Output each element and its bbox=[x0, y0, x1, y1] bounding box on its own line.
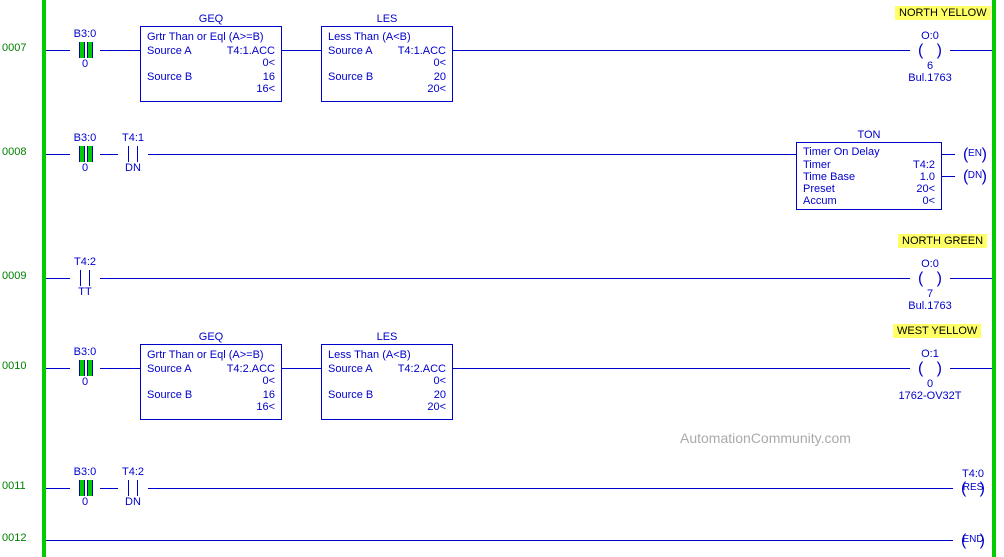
rung-number: 0011 bbox=[2, 480, 26, 492]
xic-t4-2-tt[interactable]: T4:2 TT bbox=[70, 260, 100, 300]
ton-en-pin: (EN) bbox=[955, 146, 995, 166]
les-block[interactable]: LES Less Than (A<B) Source AT4:2.ACC 0< … bbox=[321, 344, 453, 420]
output-label-north-yellow: NORTH YELLOW bbox=[895, 6, 991, 20]
ton-dn-pin: (DN) bbox=[955, 168, 995, 188]
xic-b3-0[interactable]: B3:0 0 bbox=[70, 470, 100, 510]
xic-b3-0[interactable]: B3:0 0 bbox=[70, 350, 100, 390]
rung-number: 0009 bbox=[2, 270, 26, 282]
output-coil-west-yellow[interactable]: O:1 () 0 1762-OV32T bbox=[910, 360, 950, 380]
les-block[interactable]: LES Less Than (A<B) Source AT4:1.ACC 0< … bbox=[321, 26, 453, 102]
watermark: AutomationCommunity.com bbox=[680, 430, 851, 446]
end-instruction: (END) bbox=[953, 532, 993, 552]
ton-block[interactable]: TON Timer On Delay TimerT4:2 Time Base1.… bbox=[796, 142, 942, 210]
output-coil-north-green[interactable]: O:0 () 7 Bul.1763 bbox=[910, 270, 950, 290]
xic-b3-0[interactable]: B3:0 0 bbox=[70, 32, 100, 72]
geq-block[interactable]: GEQ Grtr Than or Eql (A>=B) Source AT4:2… bbox=[140, 344, 282, 420]
xic-t4-1-dn[interactable]: T4:1 DN bbox=[118, 136, 148, 176]
output-label-north-green: NORTH GREEN bbox=[898, 234, 987, 248]
rung-number: 0012 bbox=[2, 532, 26, 544]
output-coil-north-yellow[interactable]: O:0 () 6 Bul.1763 bbox=[910, 42, 950, 62]
rung-number: 0008 bbox=[2, 146, 26, 158]
output-label-west-yellow: WEST YELLOW bbox=[893, 324, 981, 338]
res-coil[interactable]: T4:0 (RES) bbox=[953, 480, 993, 500]
rung-number: 0007 bbox=[2, 42, 26, 54]
xic-b3-0[interactable]: B3:0 0 bbox=[70, 136, 100, 176]
rung-number: 0010 bbox=[2, 360, 26, 372]
geq-block[interactable]: GEQ Grtr Than or Eql (A>=B) Source AT4:1… bbox=[140, 26, 282, 102]
xic-t4-2-dn[interactable]: T4:2 DN bbox=[118, 470, 148, 510]
